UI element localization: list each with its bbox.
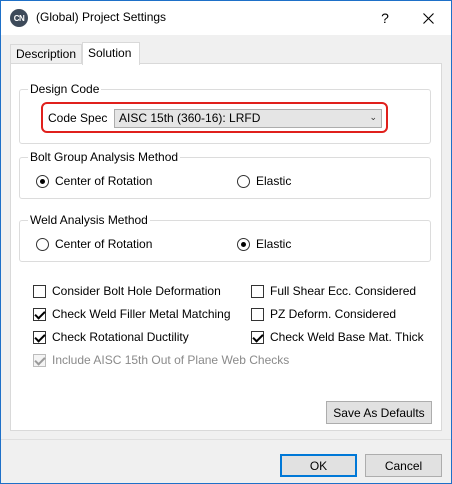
consider-bolt-hole-label: Consider Bolt Hole Deformation xyxy=(52,284,221,298)
pz-deform-label: PZ Deform. Considered xyxy=(270,307,397,321)
bolt-radio-elastic[interactable]: Elastic xyxy=(237,174,291,188)
full-shear-ecc-label: Full Shear Ecc. Considered xyxy=(270,284,417,298)
checkbox-unchecked-icon xyxy=(33,284,46,298)
weld-radio-elastic[interactable]: Elastic xyxy=(237,237,291,251)
bolt-radio-center-of-rotation[interactable]: Center of Rotation xyxy=(36,174,152,188)
radio-selected-icon xyxy=(36,174,49,188)
checkbox-unchecked-icon xyxy=(251,307,264,321)
check-weld-filler-checkbox[interactable]: Check Weld Filler Metal Matching xyxy=(33,307,231,321)
bolt-radio-center-label: Center of Rotation xyxy=(55,174,153,188)
design-code-group-label: Design Code xyxy=(28,82,102,96)
code-spec-dropdown[interactable]: AISC 15th (360-16): LRFD ⌄ xyxy=(114,109,382,128)
consider-bolt-hole-deformation-checkbox[interactable]: Consider Bolt Hole Deformation xyxy=(33,284,221,298)
save-as-defaults-button[interactable]: Save As Defaults xyxy=(326,401,432,424)
include-aisc-out-of-plane-checkbox: Include AISC 15th Out of Plane Web Check… xyxy=(33,353,289,367)
checkbox-checked-icon xyxy=(251,330,264,344)
check-weld-base-checkbox[interactable]: Check Weld Base Mat. Thick xyxy=(251,330,424,344)
bolt-radio-elastic-label: Elastic xyxy=(256,174,292,188)
app-logo-icon: CN xyxy=(10,9,28,27)
weld-radio-center-of-rotation[interactable]: Center of Rotation xyxy=(36,237,152,251)
code-spec-value: AISC 15th (360-16): LRFD xyxy=(119,111,261,125)
checkbox-checked-disabled-icon xyxy=(33,353,46,367)
window-title: (Global) Project Settings xyxy=(36,10,167,24)
checkbox-checked-icon xyxy=(33,330,46,344)
close-button[interactable] xyxy=(406,1,450,35)
checkbox-checked-icon xyxy=(33,307,46,321)
check-rotational-label: Check Rotational Ductility xyxy=(52,330,189,344)
checkbox-unchecked-icon xyxy=(251,284,264,298)
dialog-body: Description Solution Design Code Code Sp… xyxy=(1,35,451,483)
code-spec-label: Code Spec xyxy=(48,111,108,125)
tab-description[interactable]: Description xyxy=(10,44,82,64)
title-bar: CN (Global) Project Settings ? xyxy=(1,1,451,35)
weld-group-label: Weld Analysis Method xyxy=(28,213,150,227)
radio-unselected-icon xyxy=(36,237,49,251)
radio-selected-icon xyxy=(237,237,250,251)
include-aisc-label: Include AISC 15th Out of Plane Web Check… xyxy=(52,353,290,367)
close-icon xyxy=(422,12,434,24)
cancel-button[interactable]: Cancel xyxy=(365,454,442,477)
ok-button[interactable]: OK xyxy=(280,454,357,477)
chevron-down-icon: ⌄ xyxy=(369,112,377,122)
pz-deform-checkbox[interactable]: PZ Deform. Considered xyxy=(251,307,396,321)
help-button[interactable]: ? xyxy=(367,1,403,35)
full-shear-ecc-checkbox[interactable]: Full Shear Ecc. Considered xyxy=(251,284,416,298)
check-weld-filler-label: Check Weld Filler Metal Matching xyxy=(52,307,231,321)
weld-radio-elastic-label: Elastic xyxy=(256,237,292,251)
check-weld-base-label: Check Weld Base Mat. Thick xyxy=(270,330,424,344)
check-rotational-ductility-checkbox[interactable]: Check Rotational Ductility xyxy=(33,330,189,344)
weld-radio-center-label: Center of Rotation xyxy=(55,237,153,251)
project-settings-dialog: CN (Global) Project Settings ? Descripti… xyxy=(0,0,452,484)
radio-unselected-icon xyxy=(237,174,250,188)
bolt-group-label: Bolt Group Analysis Method xyxy=(28,150,181,164)
tab-solution[interactable]: Solution xyxy=(82,42,140,65)
dialog-button-bar: OK Cancel xyxy=(1,439,451,483)
